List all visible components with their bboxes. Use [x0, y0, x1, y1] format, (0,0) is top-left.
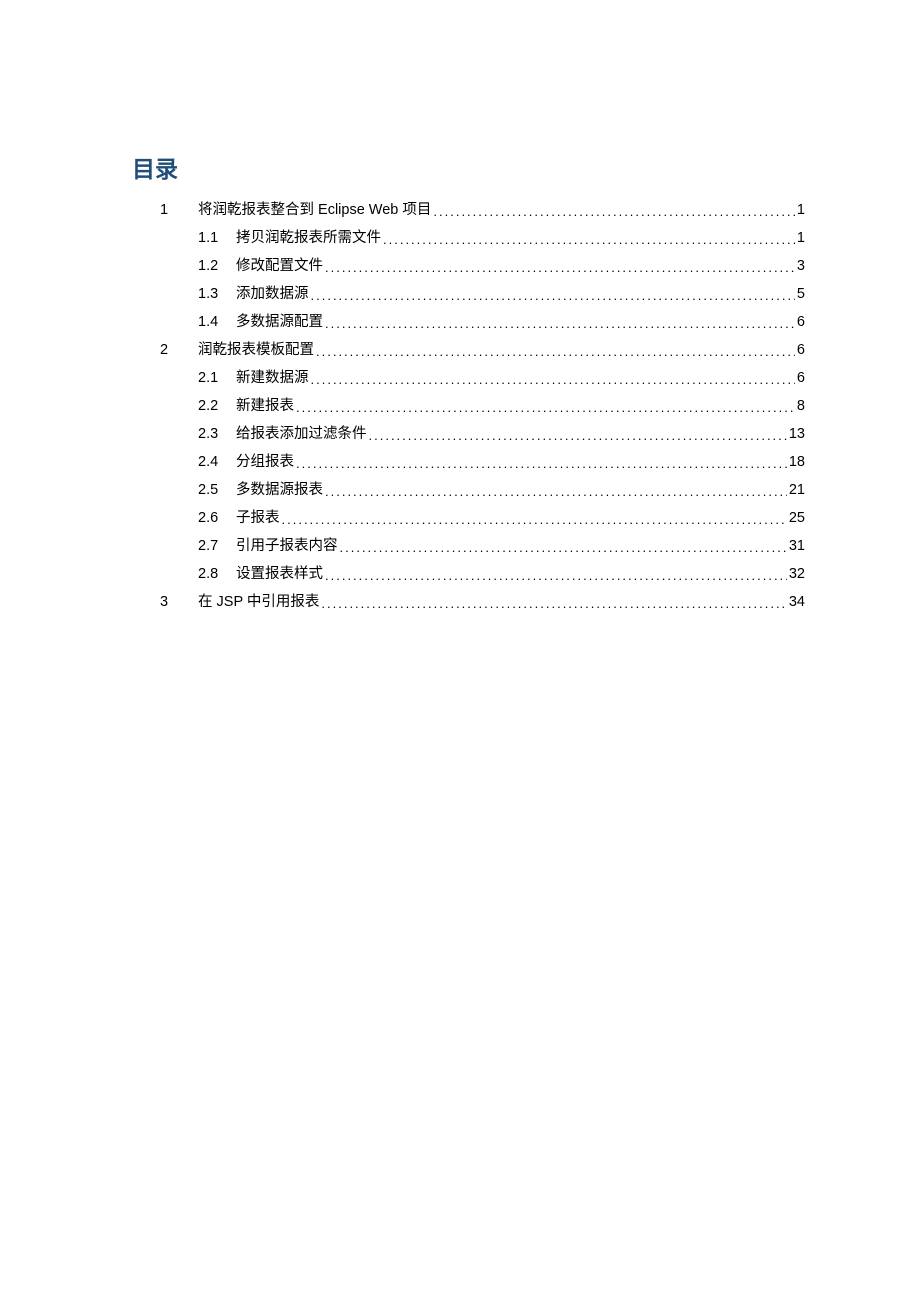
toc-dots: [282, 506, 787, 534]
toc-label: 分组报表: [236, 449, 294, 476]
toc-dots: [325, 310, 795, 338]
toc-dots: [311, 366, 795, 394]
toc-label: 在 JSP 中引用报表: [198, 589, 319, 616]
toc-dots: [296, 450, 787, 478]
toc-dots: [325, 254, 795, 282]
toc-label: 给报表添加过滤条件: [236, 421, 367, 448]
toc-label: 子报表: [236, 505, 280, 532]
toc-entry[interactable]: 2.3 给报表添加过滤条件 13: [160, 420, 805, 448]
toc-entry[interactable]: 1.2 修改配置文件 3: [160, 252, 805, 280]
toc-page: 6: [797, 337, 805, 364]
toc-page: 21: [789, 477, 805, 504]
toc-num: 1: [160, 197, 198, 224]
toc-dots: [316, 338, 795, 366]
toc-list: 1 将润乾报表整合到 Eclipse Web 项目 1 1.1 拷贝润乾报表所需…: [130, 196, 805, 616]
toc-entry[interactable]: 3 在 JSP 中引用报表 34: [160, 588, 805, 616]
toc-page: 34: [789, 589, 805, 616]
toc-entry[interactable]: 1.4 多数据源配置 6: [160, 308, 805, 336]
toc-entry[interactable]: 1.3 添加数据源 5: [160, 280, 805, 308]
toc-label: 多数据源配置: [236, 309, 323, 336]
toc-label: 引用子报表内容: [236, 533, 338, 560]
toc-num: 2.3: [198, 421, 236, 448]
toc-page: 5: [797, 281, 805, 308]
toc-label: 修改配置文件: [236, 253, 323, 280]
toc-entry[interactable]: 1 将润乾报表整合到 Eclipse Web 项目 1: [160, 196, 805, 224]
toc-dots: [340, 534, 787, 562]
toc-page: 1: [797, 225, 805, 252]
toc-label: 润乾报表模板配置: [198, 337, 314, 364]
toc-entry[interactable]: 2.8 设置报表样式 32: [160, 560, 805, 588]
toc-num: 3: [160, 589, 198, 616]
toc-label: 添加数据源: [236, 281, 309, 308]
toc-num: 1.4: [198, 309, 236, 336]
toc-dots: [325, 562, 787, 590]
toc-entry[interactable]: 2.7 引用子报表内容 31: [160, 532, 805, 560]
toc-num: 2.6: [198, 505, 236, 532]
toc-num: 1.2: [198, 253, 236, 280]
toc-entry[interactable]: 2.4 分组报表 18: [160, 448, 805, 476]
toc-page: 1: [797, 197, 805, 224]
toc-page: 13: [789, 421, 805, 448]
toc-num: 2.4: [198, 449, 236, 476]
toc-page: 32: [789, 561, 805, 588]
toc-dots: [383, 226, 795, 254]
toc-title: 目录: [130, 150, 805, 184]
toc-label: 新建数据源: [236, 365, 309, 392]
toc-num: 2.2: [198, 393, 236, 420]
toc-page: 6: [797, 365, 805, 392]
toc-entry[interactable]: 2.1 新建数据源 6: [160, 364, 805, 392]
toc-page: 6: [797, 309, 805, 336]
toc-num: 2.7: [198, 533, 236, 560]
toc-num: 2.1: [198, 365, 236, 392]
toc-page: 31: [789, 533, 805, 560]
toc-page: 18: [789, 449, 805, 476]
toc-label: 多数据源报表: [236, 477, 323, 504]
toc-label: 将润乾报表整合到 Eclipse Web 项目: [198, 197, 431, 224]
toc-dots: [369, 422, 787, 450]
toc-dots: [433, 198, 795, 226]
toc-entry[interactable]: 2.6 子报表 25: [160, 504, 805, 532]
toc-num: 1.1: [198, 225, 236, 252]
toc-dots: [296, 394, 795, 422]
toc-entry[interactable]: 2 润乾报表模板配置 6: [160, 336, 805, 364]
toc-page: 25: [789, 505, 805, 532]
toc-dots: [321, 590, 786, 618]
toc-label: 新建报表: [236, 393, 294, 420]
toc-page: 8: [797, 393, 805, 420]
toc-entry[interactable]: 2.5 多数据源报表 21: [160, 476, 805, 504]
toc-dots: [325, 478, 787, 506]
toc-num: 2.5: [198, 477, 236, 504]
toc-label: 设置报表样式: [236, 561, 323, 588]
toc-entry[interactable]: 2.2 新建报表 8: [160, 392, 805, 420]
toc-entry[interactable]: 1.1 拷贝润乾报表所需文件 1: [160, 224, 805, 252]
toc-num: 1.3: [198, 281, 236, 308]
toc-label: 拷贝润乾报表所需文件: [236, 225, 381, 252]
toc-page: 3: [797, 253, 805, 280]
toc-dots: [311, 282, 795, 310]
toc-num: 2: [160, 337, 198, 364]
toc-num: 2.8: [198, 561, 236, 588]
